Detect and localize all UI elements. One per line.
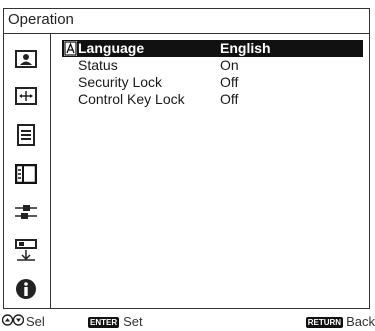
enter-key: ENTER [88,316,120,328]
setup-icon[interactable] [12,122,40,148]
menu-item-value: On [220,57,239,73]
installation-icon[interactable] [12,237,40,263]
navigate-arrows-icon [1,314,25,330]
set-hint: ENTER Set [88,314,143,330]
screen-icon[interactable] [12,83,40,109]
menu-item-security-lock[interactable]: Security Lock Off [62,74,363,91]
menu-item-value: Off [220,91,239,107]
select-hint: Sel [1,314,45,330]
menu-item-status[interactable]: Status On [62,57,363,74]
category-sidebar [4,33,51,308]
set-label: Set [123,314,143,329]
menu-title: Operation [8,11,74,28]
picture-icon[interactable] [12,46,40,72]
menu-item-label: Security Lock [78,74,163,90]
menu-item-label: Status [78,57,118,73]
menu-item-label: Control Key Lock [78,91,185,107]
title-divider [4,33,369,34]
menu-item-value: English [220,40,271,56]
back-label: Back [346,314,375,329]
menu-item-label: Language [78,40,145,56]
back-hint: RETURN Back [305,314,375,330]
connection-icon[interactable] [12,199,40,225]
menu-item-control-key-lock[interactable]: Control Key Lock Off [62,91,363,108]
return-key: RETURN [305,316,344,328]
footer-hints: Sel ENTER Set RETURN Back [0,314,375,330]
information-icon[interactable] [12,276,40,302]
menu-item-value: Off [220,74,239,90]
menu-list: Language English Status On Security Lock… [62,40,363,108]
menu-item-language[interactable]: Language English [62,40,363,57]
language-icon [64,41,77,56]
select-label: Sel [26,314,45,329]
function-icon[interactable] [12,161,40,187]
